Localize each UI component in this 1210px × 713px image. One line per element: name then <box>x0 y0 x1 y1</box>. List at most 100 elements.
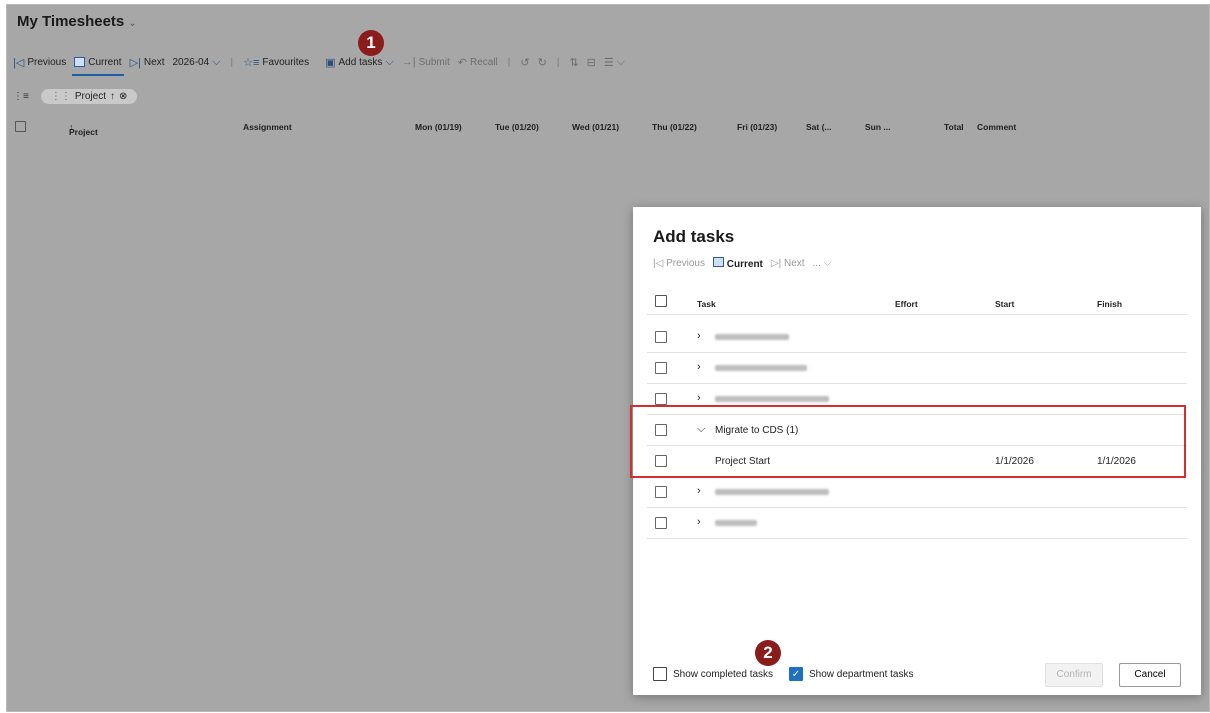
task-row[interactable]: › <box>647 477 1187 508</box>
callout-badge-2: 2 <box>755 640 781 666</box>
chevron-right-icon[interactable]: › <box>697 516 701 528</box>
callout-badge-1: 1 <box>358 30 384 56</box>
submit-label: Submit <box>418 56 450 68</box>
star-list-icon: ☆≡ <box>243 56 260 69</box>
dialog-next-button[interactable]: ▷| Next <box>771 258 805 269</box>
toolbar: |◁ Previous Current ▷| Next 2026-04 ⌵ | ☆≡ F… <box>7 47 1209 77</box>
close-icon[interactable]: ⊗ <box>119 91 127 102</box>
blurred-task-name <box>715 363 807 374</box>
period-dropdown[interactable]: 2026-04 ⌵ <box>172 56 220 69</box>
task-row[interactable]: › <box>647 508 1187 539</box>
app-title[interactable]: My Timesheets <box>17 13 124 30</box>
col-effort[interactable]: Effort <box>895 299 918 309</box>
blurred-task-name <box>715 394 829 405</box>
next-label: Next <box>143 56 165 68</box>
favourites-button[interactable]: ☆≡ Favourites <box>243 56 309 69</box>
calendar-icon <box>712 257 724 267</box>
current-button[interactable]: Current <box>72 57 124 76</box>
chevron-right-icon[interactable]: › <box>697 485 701 497</box>
chevron-down-icon: ⌵ <box>616 55 626 68</box>
blurred-task-name <box>715 332 789 343</box>
col-task[interactable]: Task <box>697 299 716 309</box>
chevron-right-icon[interactable]: › <box>697 330 701 342</box>
col-thu[interactable]: Thu (01/22) <box>652 122 697 132</box>
dialog-previous-button[interactable]: |◁ Previous <box>653 258 705 269</box>
chevron-down-icon[interactable]: ⌄ <box>128 18 136 29</box>
col-tue[interactable]: Tue (01/20) <box>495 122 539 132</box>
show-completed-label: Show completed tasks <box>673 668 774 680</box>
show-department-toggle[interactable]: ✓ Show department tasks <box>789 667 914 681</box>
col-start[interactable]: Start <box>995 299 1014 309</box>
col-finish[interactable]: Finish <box>1097 299 1122 309</box>
dialog-more-button[interactable]: ... ⌵ <box>813 258 832 269</box>
filter-row: ⋮≡ ⋮⋮ Project ↑ ⊗ <box>7 85 138 107</box>
list-options-button[interactable]: ☰ ⌵ <box>604 56 625 69</box>
recall-button[interactable]: ↶ Recall <box>458 56 498 69</box>
add-task-icon: ▣ <box>325 56 336 69</box>
dialog-table-header: Task Effort Start Finish <box>647 289 1187 315</box>
col-mon[interactable]: Mon (01/19) <box>415 122 462 132</box>
show-department-label: Show department tasks <box>809 668 914 680</box>
blurred-task-name <box>715 487 829 498</box>
separator: | <box>556 56 560 68</box>
dialog-current-button[interactable]: Current <box>712 257 763 270</box>
column-button[interactable]: ⊟ <box>587 56 596 69</box>
undo-button[interactable]: ↺ <box>520 56 529 69</box>
group-pill-label: Project <box>74 90 106 102</box>
title-bar: My Timesheets ⌄ <box>7 5 1209 43</box>
col-sun[interactable]: Sun ... <box>865 122 891 132</box>
show-completed-checkbox[interactable] <box>653 667 667 681</box>
group-pill[interactable]: ⋮⋮ Project ↑ ⊗ <box>40 88 138 104</box>
show-completed-toggle[interactable]: Show completed tasks <box>653 667 773 681</box>
col-fri[interactable]: Fri (01/23) <box>737 122 777 132</box>
add-tasks-label: Add tasks <box>338 56 383 68</box>
separator: | <box>230 56 234 68</box>
next-button[interactable]: ▷| Next <box>130 56 165 69</box>
redo-button[interactable]: ↻ <box>538 56 547 69</box>
task-checkbox[interactable] <box>655 517 667 529</box>
cancel-button[interactable]: Cancel <box>1119 663 1181 687</box>
chevron-right-icon[interactable]: › <box>697 361 701 373</box>
favourites-label: Favourites <box>262 56 310 68</box>
previous-button[interactable]: |◁ Previous <box>13 56 66 69</box>
arrow-up-icon: ↑ <box>109 90 115 102</box>
submit-button[interactable]: →| Submit <box>402 56 450 68</box>
col-total[interactable]: Total <box>944 122 964 132</box>
redo-icon: ↻ <box>537 56 547 69</box>
task-row[interactable]: › <box>647 353 1187 384</box>
recall-icon: ↶ <box>457 56 467 69</box>
show-department-checkbox[interactable]: ✓ <box>789 667 803 681</box>
sort-icon: ⇅ <box>569 56 579 69</box>
column-icon: ⊟ <box>586 56 596 69</box>
task-row[interactable]: › <box>647 322 1187 353</box>
undo-icon: ↺ <box>520 56 530 69</box>
col-wed[interactable]: Wed (01/21) <box>572 122 619 132</box>
col-project[interactable]: Project ↑ <box>69 122 98 137</box>
add-tasks-button[interactable]: ▣ Add tasks ⌵ <box>325 56 394 69</box>
chevron-down-icon: ⌵ <box>212 55 221 68</box>
calendar-icon <box>74 57 86 67</box>
col-sat[interactable]: Sat (... <box>806 122 832 132</box>
task-checkbox[interactable] <box>655 362 667 374</box>
select-all-checkbox[interactable] <box>15 121 26 132</box>
app-window: My Timesheets ⌄ |◁ Previous Current ▷| Next… <box>6 4 1210 712</box>
dialog-nav: |◁ Previous Current ▷| Next ... ⌵ <box>653 257 831 270</box>
sort-button[interactable]: ⇅ <box>569 56 578 69</box>
col-assignment[interactable]: Assignment <box>243 122 292 132</box>
group-icon[interactable]: ⋮≡ <box>13 91 29 102</box>
task-checkbox[interactable] <box>655 486 667 498</box>
next-icon: ▷| <box>129 56 141 69</box>
task-checkbox[interactable] <box>655 331 667 343</box>
chevron-right-icon[interactable]: › <box>697 392 701 404</box>
task-checkbox[interactable] <box>655 393 667 405</box>
list-icon: ☰ <box>603 56 614 69</box>
grid-header: Project ↑ Assignment Mon (01/19) Tue (01… <box>7 117 1209 139</box>
col-comment[interactable]: Comment <box>977 122 1016 132</box>
submit-icon: →| <box>401 56 416 68</box>
select-all-tasks-checkbox[interactable] <box>655 295 667 307</box>
chevron-down-icon: ⌵ <box>385 55 394 68</box>
confirm-button[interactable]: Confirm <box>1045 663 1103 687</box>
previous-icon: |◁ <box>13 56 25 69</box>
dialog-title: Add tasks <box>653 227 735 246</box>
grip-icon: ⋮⋮ <box>50 90 71 102</box>
